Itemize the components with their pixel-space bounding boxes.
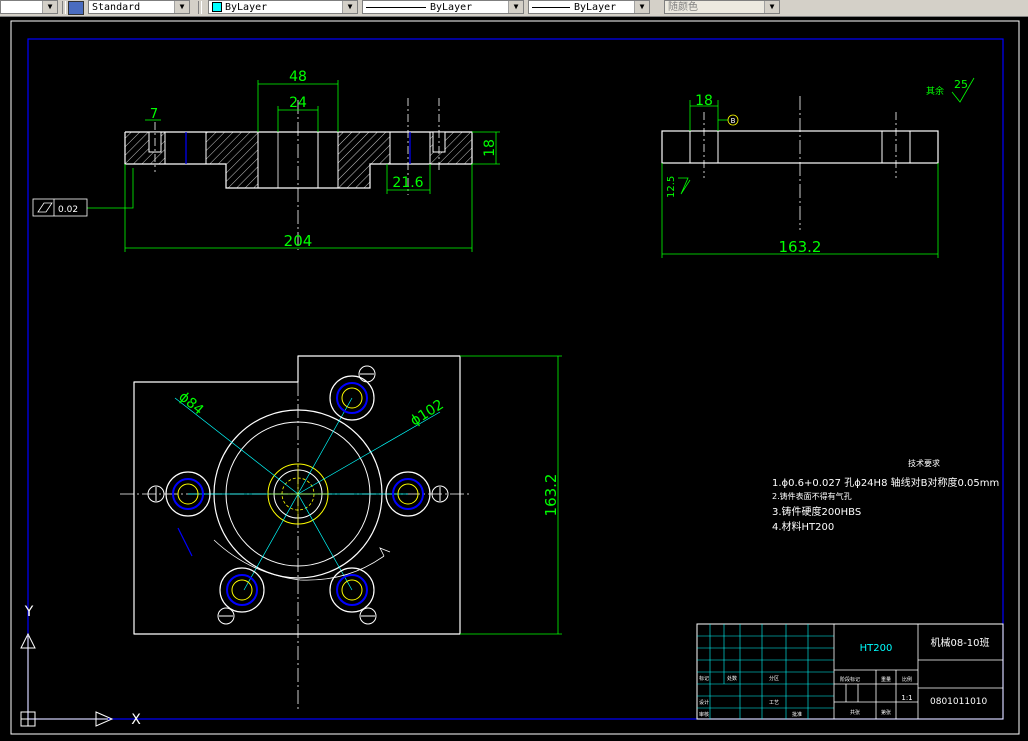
color-swatch: [212, 2, 222, 12]
drawing-canvas[interactable]: 48 24 7 204 21.6 18 0.02 B 18 163.2 12.5…: [0, 17, 1028, 737]
dim-163-2-plan: 163.2: [542, 474, 560, 517]
tech-line-4: 4.材料HT200: [772, 520, 834, 533]
linetype-dropdown[interactable]: ByLayer ▼: [362, 0, 524, 14]
title-cell-zone: 分区: [769, 675, 779, 682]
title-cell-mark: 标记: [699, 675, 709, 682]
title-material: HT200: [860, 643, 893, 654]
plot-style-value: 随颜色: [668, 2, 698, 13]
dim-163-2-side: 163.2: [779, 238, 822, 256]
dim-7: 7: [150, 107, 158, 122]
technical-requirements: 技术要求 1.ϕ0.6+0.027 孔ϕ24H8 轴线对B对称度0.05mm 2…: [772, 458, 999, 533]
title-scale: 1:1: [901, 694, 912, 702]
toolbar-separator: [62, 1, 66, 14]
dim-48: 48: [289, 69, 307, 85]
tech-line-1: 1.ϕ0.6+0.027 孔ϕ24H8 轴线对B对称度0.05mm: [772, 476, 999, 489]
title-cell-count: 处数: [727, 675, 737, 682]
layer-color-dropdown[interactable]: ByLayer ▼: [208, 0, 358, 14]
bolt-hole-bottom-right: [329, 567, 377, 625]
ucs-y-label: Y: [24, 604, 34, 620]
plot-style-dropdown[interactable]: 随颜色 ▼: [664, 0, 780, 14]
title-cell-total-sheets: 共张: [850, 709, 860, 716]
lineweight-value: ByLayer: [574, 2, 617, 13]
title-cell-stage: 阶段标记: [840, 676, 860, 683]
roughness-12-5: 12.5: [666, 176, 677, 198]
toolbar-dropdown-left[interactable]: ▼: [0, 0, 58, 14]
title-cell-sheet-no: 第张: [881, 709, 891, 716]
datum-b-label: B: [731, 117, 736, 125]
drawing-svg: 48 24 7 204 21.6 18 0.02 B 18 163.2 12.5…: [10, 20, 1020, 735]
sheet-outer-border: [10, 20, 1020, 735]
layer-color-value: ByLayer: [225, 2, 268, 13]
title-cell-approve: 批准: [792, 711, 802, 718]
title-block: HT200 机械08-10班 0801011010 1:1 标记 处数 分区 阶…: [696, 623, 1004, 720]
flatness-tolerance: 0.02: [58, 205, 78, 215]
title-cell-process: 工艺: [769, 700, 779, 706]
tech-title: 技术要求: [908, 458, 940, 468]
dim-18-front: 18: [482, 139, 498, 157]
ucs-icon: [20, 632, 114, 727]
dim-phi102: ϕ102: [408, 397, 447, 430]
title-cell-scale-label: 比例: [902, 676, 912, 683]
title-cell-review: 审核: [699, 711, 709, 718]
dim-21-6: 21.6: [392, 175, 423, 191]
title-cell-design: 设计: [699, 699, 709, 706]
bolt-hole-bottom-left: [217, 567, 265, 625]
dim-204: 204: [284, 232, 313, 250]
roughness-25: 25: [954, 78, 968, 91]
dim-18-side: 18: [695, 93, 713, 109]
title-drawing-code: 0801011010: [930, 697, 988, 707]
roughness-rest-label: 其余: [926, 85, 944, 97]
tech-line-2: 2.铸件表面不得有气孔: [772, 491, 852, 501]
text-style-value: Standard: [92, 2, 141, 13]
lineweight-dropdown[interactable]: ByLayer ▼: [528, 0, 650, 14]
dim-24: 24: [289, 95, 307, 111]
properties-toolbar: ▼ Standard ▼ ByLayer ▼ ByLayer ▼ ByLayer ▼ 随…: [0, 0, 1028, 17]
text-style-icon[interactable]: [68, 1, 84, 15]
dim-phi84: ϕ84: [175, 389, 206, 419]
linetype-value: ByLayer: [430, 2, 473, 13]
ucs-x-label: X: [131, 712, 141, 728]
front-view: 48 24 7 204 21.6 18 0.02: [32, 69, 500, 252]
plan-view: 163.2 ϕ84 ϕ102: [120, 355, 562, 710]
sheet-inner-border: [27, 38, 1004, 720]
tech-line-3: 3.铸件硬度200HBS: [772, 505, 861, 518]
title-cell-weight: 重量: [881, 676, 891, 683]
text-style-dropdown[interactable]: Standard ▼: [88, 0, 190, 14]
side-view: B 18 163.2 12.5 25 其余: [661, 77, 975, 258]
bolt-hole-top: [329, 365, 376, 421]
toolbar-separator: [198, 1, 202, 14]
title-drawing-name: 机械08-10班: [930, 636, 989, 649]
